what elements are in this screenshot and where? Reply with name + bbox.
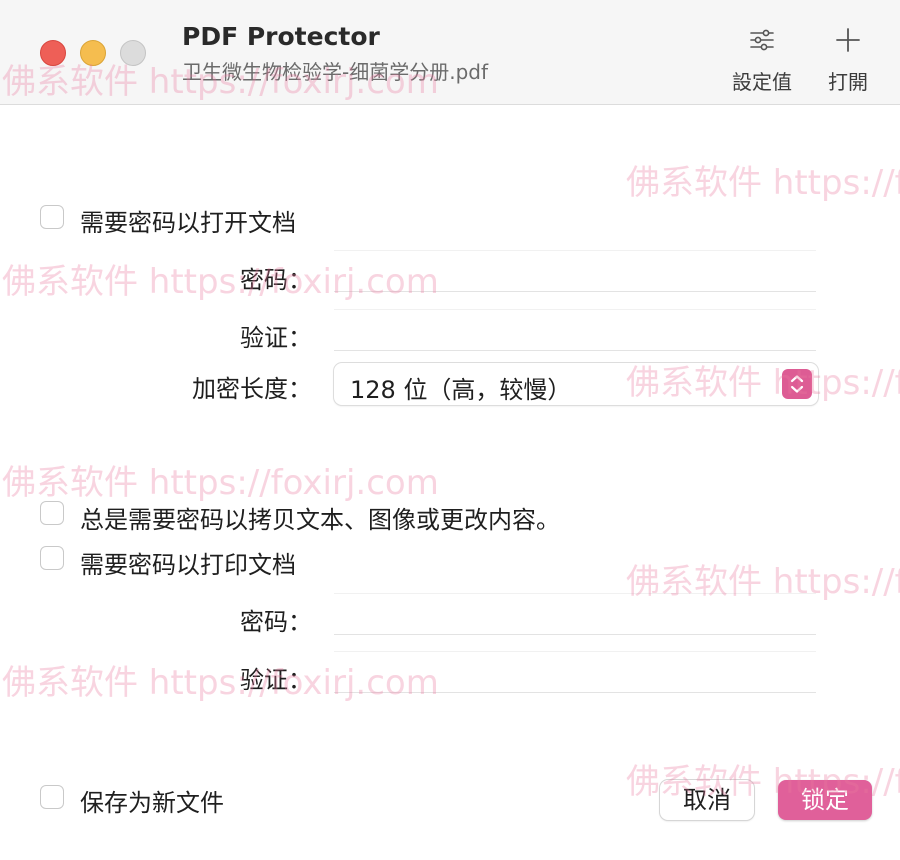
settings-label: 設定值 — [732, 70, 792, 94]
close-window-button[interactable] — [40, 40, 66, 66]
settings-toolbar-button[interactable]: 設定值 — [722, 22, 802, 102]
open-label: 打開 — [828, 70, 868, 94]
require-open-password-label: 需要密码以打开文档 — [80, 209, 296, 237]
document-name: 卫生微生物检验学-细菌学分册.pdf — [182, 60, 489, 84]
cancel-button[interactable]: 取消 — [660, 780, 754, 820]
title-bar: PDF Protector 卫生微生物检验学-细菌学分册.pdf 設定值 打開 — [0, 0, 900, 105]
require-print-password-label: 需要密码以打印文档 — [80, 551, 296, 579]
open-toolbar-button[interactable]: 打開 — [808, 22, 888, 102]
print-verify-label: 验证： — [240, 666, 312, 694]
open-password-field[interactable] — [334, 250, 816, 292]
print-password-label: 密码： — [240, 608, 312, 636]
watermark-text: 佛系软件 https://foxirj.com — [626, 163, 900, 203]
lock-button[interactable]: 锁定 — [778, 780, 872, 820]
pdf-protector-window: PDF Protector 卫生微生物检验学-细菌学分册.pdf 設定值 打開 … — [0, 0, 900, 860]
print-verify-field[interactable] — [334, 651, 816, 693]
print-password-field[interactable] — [334, 593, 816, 635]
minimize-window-button[interactable] — [80, 40, 106, 66]
sliders-icon — [750, 29, 774, 51]
save-as-new-file-checkbox[interactable] — [40, 785, 64, 809]
key-length-label: 加密长度： — [192, 375, 312, 403]
key-length-value: 128 位（高，较慢） — [350, 376, 572, 404]
zoom-window-button[interactable] — [120, 40, 146, 66]
save-as-new-file-label: 保存为新文件 — [80, 789, 224, 817]
chevron-up-down-icon — [790, 375, 804, 393]
require-copy-password-checkbox[interactable] — [40, 501, 64, 525]
open-verify-label: 验证： — [240, 324, 312, 352]
key-length-stepper[interactable] — [782, 369, 812, 399]
plus-icon — [836, 28, 860, 52]
app-title: PDF Protector — [182, 22, 380, 51]
require-print-password-checkbox[interactable] — [40, 546, 64, 570]
key-length-select[interactable]: 128 位（高，较慢） — [334, 363, 818, 405]
require-copy-password-label: 总是需要密码以拷贝文本、图像或更改内容。 — [80, 506, 560, 534]
watermark-text: 佛系软件 https://foxirj.com — [2, 463, 439, 503]
open-verify-field[interactable] — [334, 309, 816, 351]
open-password-label: 密码： — [240, 266, 312, 294]
require-open-password-checkbox[interactable] — [40, 205, 64, 229]
